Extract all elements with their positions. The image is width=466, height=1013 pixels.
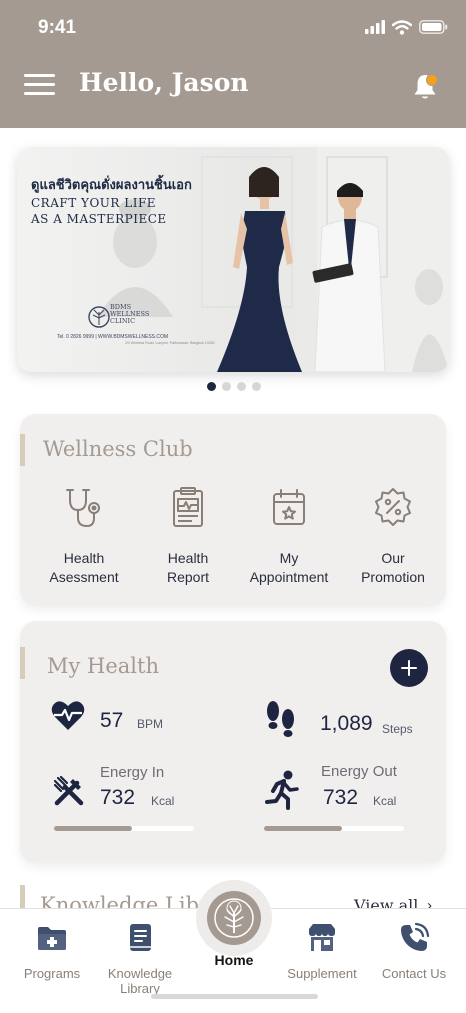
steps-unit: Steps	[382, 722, 413, 736]
carousel-dot[interactable]	[207, 382, 216, 391]
energy-out-value: 732	[323, 786, 359, 809]
health-assessment-label: Health Asessment	[49, 550, 119, 585]
energy-in-label: Energy In	[100, 764, 165, 781]
section-accent-bar	[20, 885, 25, 909]
book-icon	[130, 924, 151, 951]
app-header: 9:41 Hello, Jason	[0, 0, 466, 128]
fork-knife-icon	[53, 775, 84, 806]
wifi-icon	[392, 19, 412, 35]
home-indicator	[151, 994, 318, 999]
energy-in-progress	[54, 826, 194, 831]
banner-english-headline: CRAFT YOUR LIFE AS A MASTERPIECE	[31, 196, 167, 226]
medical-folder-icon	[38, 927, 66, 950]
steps-value: 1,089	[320, 712, 373, 735]
banner-contact: Tel. 0 2826 9999 | WWW.BDMSWELLNESS.COM	[57, 334, 169, 340]
our-promotion-item[interactable]: Our Promotion	[338, 486, 448, 587]
heart-rate-unit: BPM	[137, 717, 164, 731]
home-button[interactable]	[207, 891, 261, 945]
wellness-club-title: Wellness Club	[43, 437, 193, 461]
clipboard-report-icon	[173, 487, 203, 527]
tab-contact-us[interactable]: Contact Us	[369, 921, 459, 981]
tab-programs[interactable]: Programs	[7, 921, 97, 981]
section-accent-bar	[20, 434, 25, 466]
banner-address: 2/4 Wireless Road, Lumpini, Pathumwan, B…	[125, 341, 215, 345]
store-icon	[309, 924, 335, 951]
health-report-label: Health Report	[166, 550, 210, 585]
energy-in-progress-fill	[54, 826, 133, 831]
heart-pulse-icon	[51, 701, 85, 730]
health-report-item[interactable]: Health Report	[133, 486, 243, 587]
my-appointment-label: My Appointment	[249, 550, 329, 585]
carousel-dot[interactable]	[252, 382, 261, 391]
energy-in-value: 732	[100, 786, 136, 809]
energy-out-progress-fill	[264, 826, 343, 831]
energy-in-unit: Kcal	[151, 794, 175, 808]
tab-knowledge-library-label: Knowledge Library	[107, 966, 173, 996]
tab-knowledge-library[interactable]: Knowledge Library	[95, 921, 185, 996]
carousel-dots	[207, 382, 261, 391]
phone-icon	[401, 922, 430, 951]
running-icon	[265, 770, 299, 810]
energy-out-label: Energy Out	[321, 763, 397, 780]
footprints-icon	[267, 701, 294, 737]
tab-contact-us-label: Contact Us	[381, 966, 447, 981]
tree-logo-icon	[214, 898, 254, 938]
banner-logo: BDMS WELLNESS CLINIC	[88, 304, 149, 325]
tab-programs-label: Programs	[23, 966, 81, 981]
calendar-star-icon	[273, 489, 305, 525]
tab-supplement-label: Supplement	[287, 966, 357, 981]
status-time: 9:41	[38, 17, 77, 38]
energy-out-unit: Kcal	[373, 794, 397, 808]
banner-thai-headline: ดูแลชีวิตคุณดั่งผลงานชิ้นเอก	[31, 177, 192, 192]
carousel-dot[interactable]	[222, 382, 231, 391]
my-appointment-item[interactable]: My Appointment	[234, 486, 344, 587]
tab-supplement[interactable]: Supplement	[277, 921, 367, 981]
heart-rate-value: 57	[100, 709, 124, 732]
discount-badge-icon	[375, 488, 411, 526]
promo-banner[interactable]: ดูแลชีวิตคุณดั่งผลงานชิ้นเอก CRAFT YOUR …	[17, 147, 449, 372]
health-assessment-item[interactable]: Health Asessment	[29, 486, 139, 587]
hamburger-menu-icon[interactable]	[24, 74, 56, 96]
section-accent-bar	[20, 647, 25, 679]
energy-out-progress	[264, 826, 404, 831]
add-health-data-button[interactable]	[390, 649, 428, 687]
wellness-club-card: Wellness Club Health Asessment Health Re…	[20, 414, 446, 606]
my-health-card: My Health 57 BPM 1,089 Steps Energy In 7…	[20, 621, 446, 863]
battery-icon	[419, 20, 448, 34]
status-icons	[365, 18, 448, 36]
our-promotion-label: Our Promotion	[361, 550, 425, 585]
my-health-title: My Health	[47, 654, 159, 678]
banner-logo-text: BDMS WELLNESS CLINIC	[110, 303, 150, 325]
notification-dot	[426, 74, 438, 86]
signal-icon	[365, 20, 385, 34]
greeting-title: Hello, Jason	[79, 68, 249, 97]
carousel-dot[interactable]	[237, 382, 246, 391]
stethoscope-icon	[66, 489, 100, 528]
